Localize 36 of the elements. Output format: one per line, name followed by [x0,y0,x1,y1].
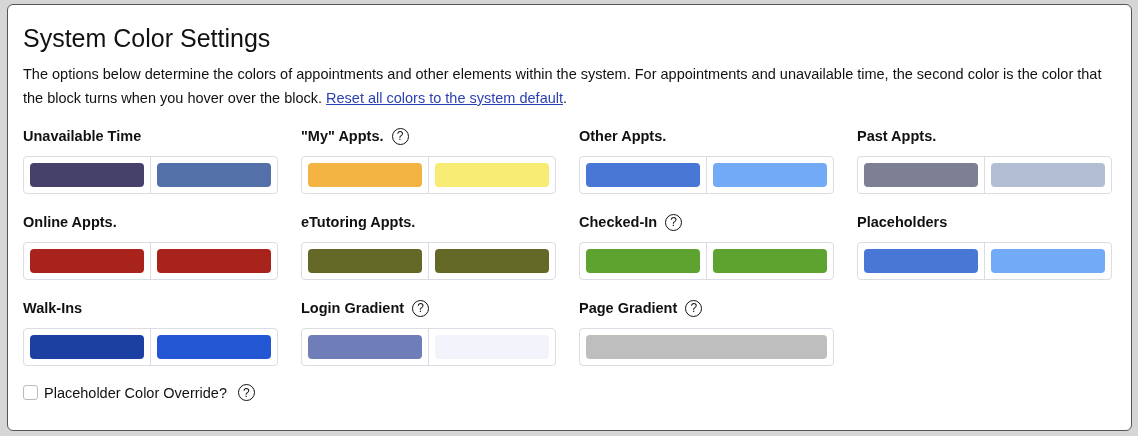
color-swatch[interactable] [435,249,549,273]
setting-label: Placeholders [857,214,948,230]
setting-label: Login Gradient [301,300,405,316]
color-swatch[interactable] [308,335,422,359]
color-swatch[interactable] [30,335,144,359]
reset-link[interactable]: Reset all colors to the system default [326,90,563,106]
setting-label: Unavailable Time [23,128,142,144]
color-swatch[interactable] [30,249,144,273]
color-swatch[interactable] [991,163,1105,187]
color-swatch[interactable] [30,163,144,187]
setting-label: Past Appts. [857,128,937,144]
color-swatch[interactable] [586,163,700,187]
color-swatch[interactable] [713,163,827,187]
color-swatch[interactable] [991,249,1105,273]
color-swatch[interactable] [586,249,700,273]
setting-label: Walk-Ins [23,300,83,316]
setting-label: Checked-In [579,214,658,230]
setting-label: Page Gradient [579,300,678,316]
override-checkbox[interactable] [23,385,38,400]
color-swatch[interactable] [713,249,827,273]
setting-label: eTutoring Appts. [301,214,416,230]
color-swatch[interactable] [864,249,978,273]
color-swatch[interactable] [435,163,549,187]
color-swatch[interactable] [157,335,271,359]
color-swatch[interactable] [157,249,271,273]
setting-label: Online Appts. [23,214,117,230]
color-swatch[interactable] [157,163,271,187]
setting-label: "My" Appts. [301,128,384,144]
override-label: Placeholder Color Override? [44,384,227,401]
page-title: System Color Settings [23,23,272,53]
description-text: The options below determine the colors of appointments and other elements within the system. For appointments and unavailable time, the second color is the color that the block turns when you hover over the block. Reset all colors to the system default. [23,65,1103,108]
color-swatch[interactable] [308,163,422,187]
color-swatch[interactable] [586,335,827,359]
color-swatch[interactable] [864,163,978,187]
color-swatch[interactable] [308,249,422,273]
setting-label: Other Appts. [579,128,667,144]
